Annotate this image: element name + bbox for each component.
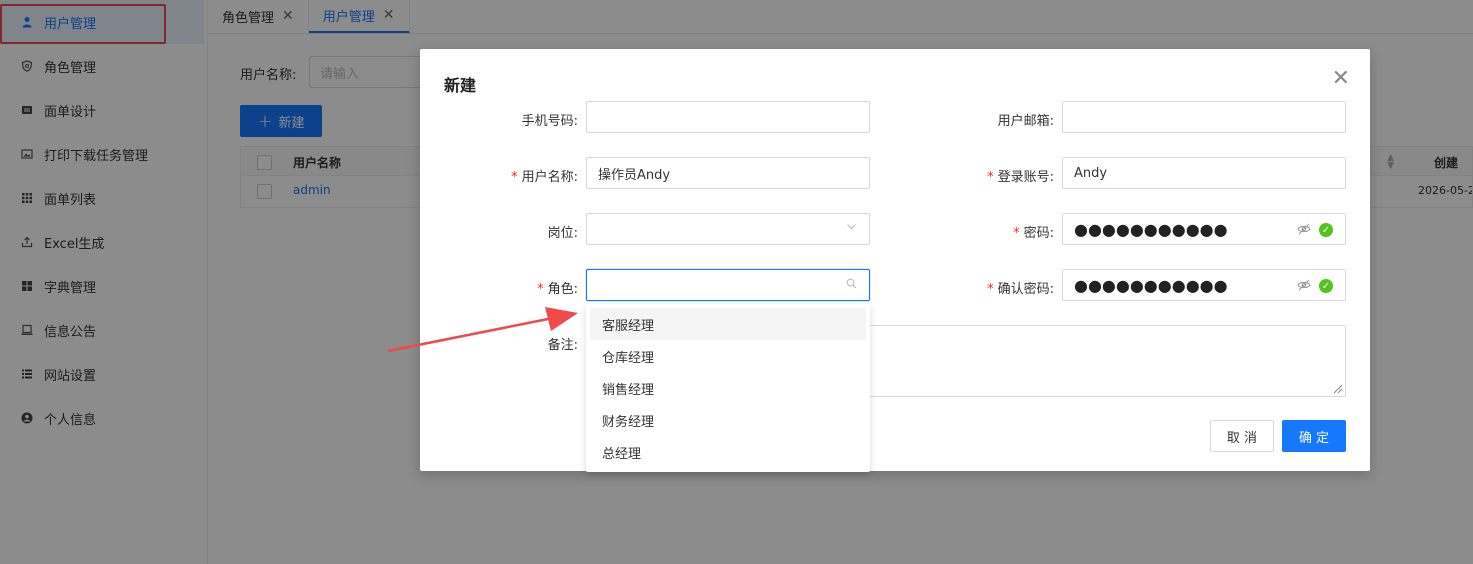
check-circle-icon: ✓ (1319, 223, 1333, 237)
account-value: Andy (1074, 165, 1108, 181)
role-option[interactable]: 客服经理 (590, 308, 866, 340)
ok-button-label: 确 定 (1298, 430, 1330, 446)
required-mark: * (987, 170, 994, 185)
role-option[interactable]: 财务经理 (590, 404, 866, 436)
role-option[interactable]: 总经理 (590, 436, 866, 468)
cancel-button-label: 取 消 (1226, 430, 1258, 446)
role-label-text: 角色: (547, 282, 578, 297)
remark-label-text: 备注: (547, 338, 578, 353)
email-label-text: 用户邮箱: (997, 114, 1054, 129)
confirm-password-field[interactable]: ●●●●●●●●●●● ✓ (1062, 269, 1346, 301)
account-field[interactable]: Andy (1062, 157, 1346, 189)
required-mark: * (1013, 226, 1020, 241)
post-label-text: 岗位: (547, 226, 578, 241)
password-value: ●●●●●●●●●●● (1074, 219, 1228, 239)
email-field[interactable] (1062, 101, 1346, 133)
search-icon (846, 278, 857, 292)
post-select[interactable] (586, 213, 870, 245)
account-label: * 登录账号: (914, 166, 1054, 185)
username-value: 操作员Andy (598, 167, 671, 183)
confirm-password-label: * 确认密码: (914, 278, 1054, 297)
account-label-text: 登录账号: (997, 170, 1054, 185)
close-icon[interactable]: ✕ (1332, 66, 1350, 91)
username-label-text: 用户名称: (521, 170, 578, 185)
post-label: 岗位: (438, 222, 578, 241)
role-select[interactable] (586, 269, 870, 301)
confirm-password-value: ●●●●●●●●●●● (1074, 275, 1228, 295)
phone-field[interactable] (586, 101, 870, 133)
modal-title: 新建 (444, 76, 477, 95)
username-label: * 用户名称: (438, 166, 578, 185)
chevron-down-icon (846, 221, 857, 235)
password-label: * 密码: (914, 222, 1054, 241)
phone-label: 手机号码: (438, 110, 578, 129)
phone-label-text: 手机号码: (521, 114, 578, 129)
remark-label: 备注: (438, 334, 578, 353)
eye-invisible-icon[interactable] (1297, 222, 1311, 240)
password-label-text: 密码: (1023, 226, 1054, 241)
required-mark: * (537, 282, 544, 297)
required-mark: * (511, 170, 518, 185)
cancel-button[interactable]: 取 消 (1210, 420, 1274, 452)
role-option[interactable]: 仓库经理 (590, 340, 866, 372)
eye-invisible-icon[interactable] (1297, 278, 1311, 296)
username-field[interactable]: 操作员Andy (586, 157, 870, 189)
resize-handle-icon[interactable] (1331, 382, 1343, 394)
ok-button[interactable]: 确 定 (1282, 420, 1346, 452)
role-label: * 角色: (438, 278, 578, 297)
role-dropdown: 客服经理 仓库经理 销售经理 财务经理 总经理 (586, 304, 870, 472)
password-field[interactable]: ●●●●●●●●●●● ✓ (1062, 213, 1346, 245)
email-label: 用户邮箱: (914, 110, 1054, 129)
new-user-modal: 新建 ✕ 手机号码: 用户邮箱: * 用户名称: 操作员Andy * 登录账号: A… (420, 49, 1370, 471)
role-option[interactable]: 销售经理 (590, 372, 866, 404)
check-circle-icon: ✓ (1319, 279, 1333, 293)
confirm-password-label-text: 确认密码: (997, 282, 1054, 297)
required-mark: * (987, 282, 994, 297)
